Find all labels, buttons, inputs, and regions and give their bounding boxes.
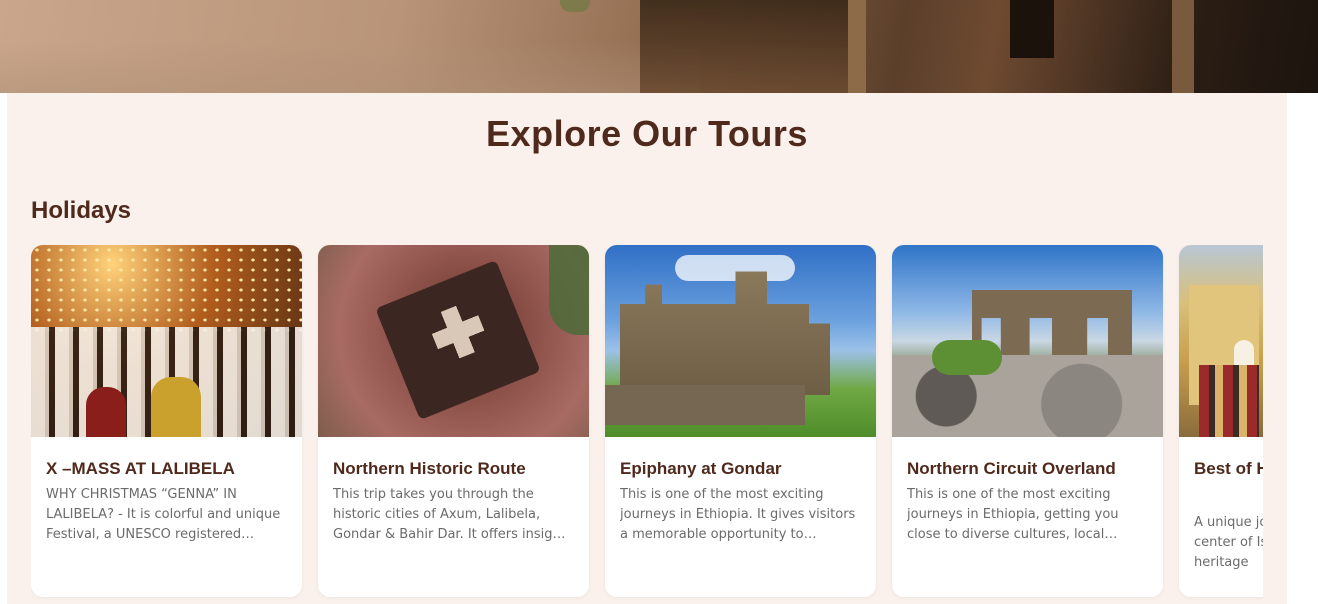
tour-card-title[interactable]: Epiphany at Gondar <box>620 455 865 483</box>
people <box>1199 365 1259 437</box>
category-heading: Holidays <box>31 197 132 224</box>
tour-card-description: This trip takes you through the historic… <box>333 487 566 542</box>
stone-wall <box>605 385 805 425</box>
tour-card[interactable]: Best of Harar and Alideghe A unique jour… <box>1179 245 1263 597</box>
tour-card[interactable]: Northern Circuit Overland This is one of… <box>892 245 1163 597</box>
tour-card-description: WHY CHRISTMAS “GENNA” IN LALIBELA? - It … <box>46 487 281 542</box>
section-title: Explore Our Tours <box>486 113 808 154</box>
tour-card-title[interactable]: Best of Harar and Alideghe <box>1194 455 1263 483</box>
tour-card-description: This is one of the most exciting journey… <box>907 487 1119 542</box>
rocks <box>892 355 1163 437</box>
hero-doorway <box>1010 0 1054 58</box>
hero-column <box>848 0 866 93</box>
tour-card-title[interactable]: Northern Circuit Overland <box>907 455 1152 483</box>
tour-card-image[interactable] <box>318 245 589 437</box>
tour-card-image[interactable] <box>605 245 876 437</box>
tour-card[interactable]: Epiphany at Gondar This is one of the mo… <box>605 245 876 597</box>
tour-card-description: This is one of the most exciting journey… <box>620 487 856 542</box>
hero-column <box>1172 0 1194 93</box>
priest-robe <box>86 387 126 437</box>
castle <box>620 271 830 395</box>
hero-rock <box>640 0 850 93</box>
tree <box>549 245 589 335</box>
tour-card-image[interactable] <box>892 245 1163 437</box>
tour-card-description: A unique journey visiting Harar, a cente… <box>1194 515 1263 570</box>
hero-image <box>0 0 1318 93</box>
priest-robe <box>151 377 201 437</box>
candle-lights <box>31 245 302 335</box>
cloud <box>675 255 795 281</box>
tour-card-title[interactable]: X –MASS AT LALIBELA <box>46 455 291 483</box>
bush <box>932 340 1002 375</box>
hero-ground <box>0 40 700 93</box>
tour-card-image[interactable] <box>1179 245 1263 437</box>
tour-card[interactable]: X –MASS AT LALIBELA WHY CHRISTMAS “GENNA… <box>31 245 302 597</box>
tour-carousel[interactable]: X –MASS AT LALIBELA WHY CHRISTMAS “GENNA… <box>31 245 1263 604</box>
tours-section: Explore Our Tours Holidays X –MASS AT LA… <box>7 93 1287 604</box>
hero-grass <box>560 0 590 12</box>
tour-card-image[interactable] <box>31 245 302 437</box>
tour-card[interactable]: Northern Historic Route This trip takes … <box>318 245 589 597</box>
tour-card-title[interactable]: Northern Historic Route <box>333 455 578 483</box>
